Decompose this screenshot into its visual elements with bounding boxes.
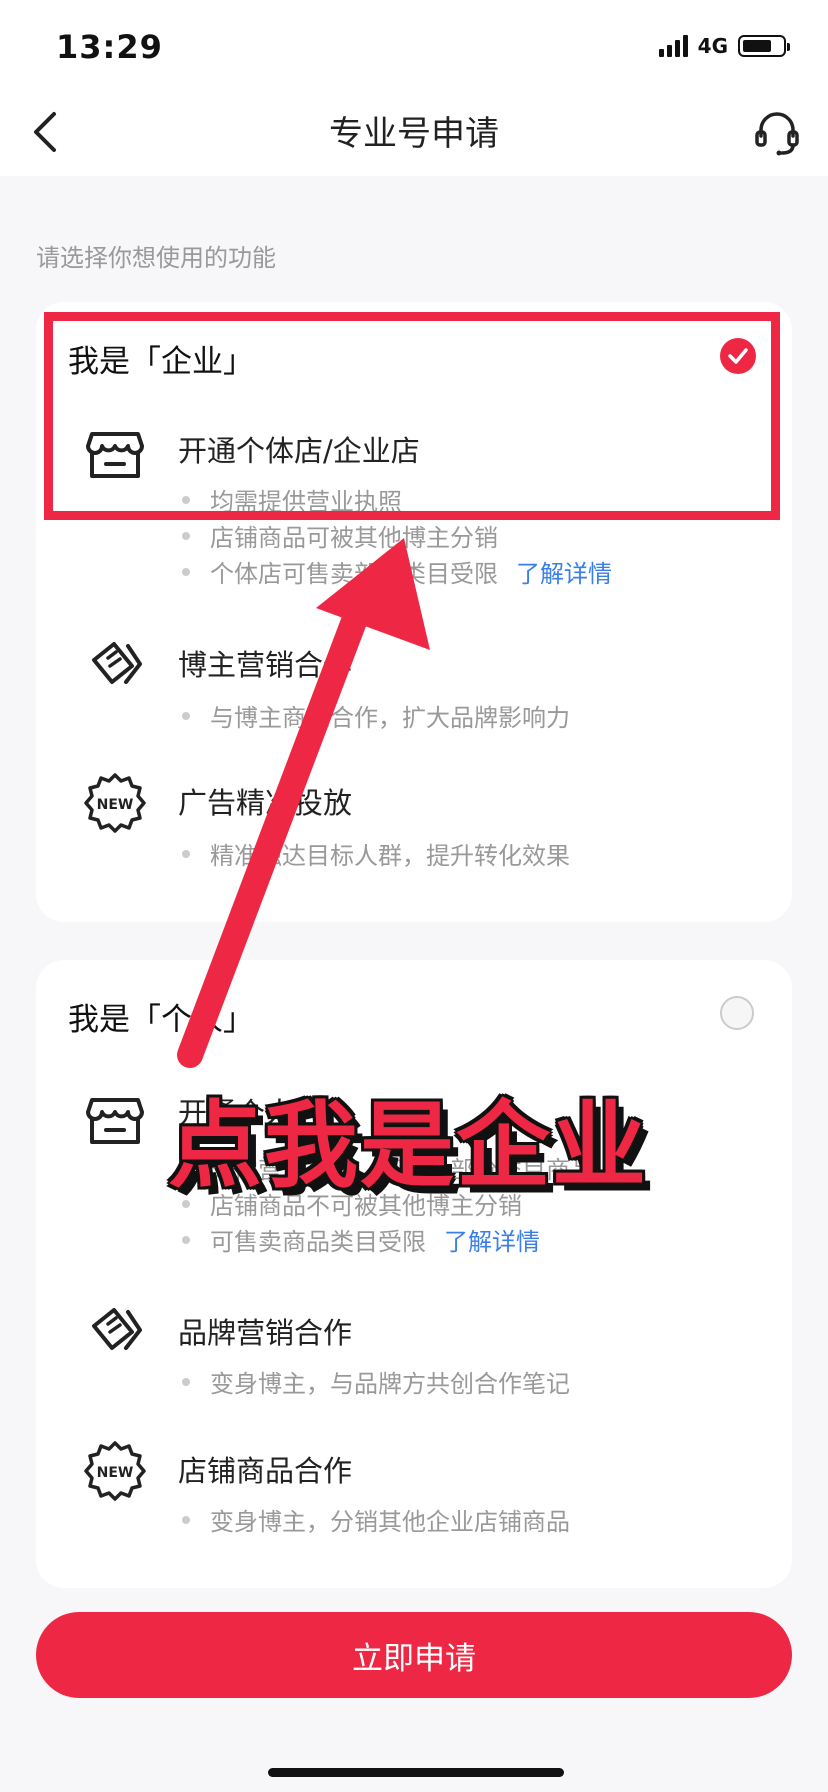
overlay-caption: 点我是企业 <box>168 1092 649 1201</box>
annotation-arrow <box>177 538 430 1068</box>
